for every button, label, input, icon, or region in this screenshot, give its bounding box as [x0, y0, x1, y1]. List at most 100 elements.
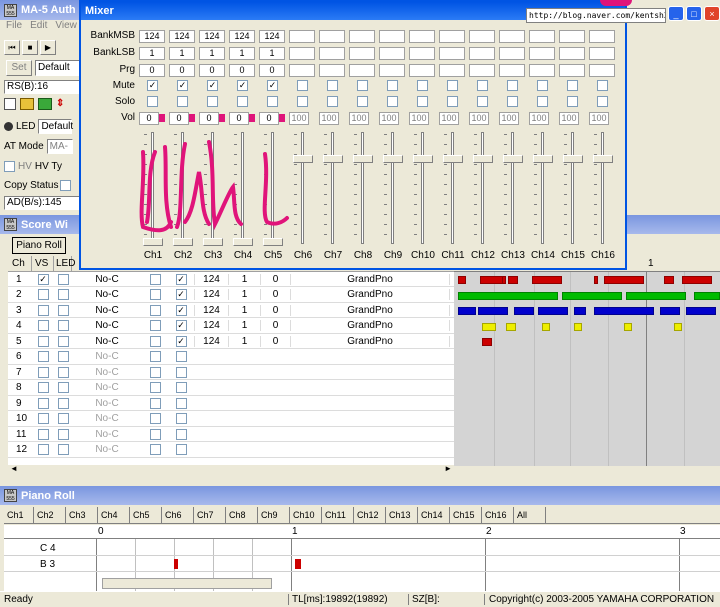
- row-checkbox-b[interactable]: ✓: [175, 335, 187, 347]
- solo-checkbox[interactable]: [327, 96, 338, 107]
- bankmsb-field[interactable]: [499, 30, 525, 43]
- mute-checkbox[interactable]: [567, 80, 578, 91]
- row-msb[interactable]: 124: [194, 320, 228, 331]
- menu-view[interactable]: View: [55, 20, 77, 34]
- solo-checkbox[interactable]: [477, 96, 488, 107]
- tab-ch4[interactable]: Ch4: [98, 507, 130, 523]
- pr-note[interactable]: [174, 559, 178, 569]
- led-checkbox[interactable]: [57, 428, 69, 440]
- row-note[interactable]: No-C: [72, 444, 142, 455]
- prg-field[interactable]: [379, 64, 405, 77]
- mute-checkbox[interactable]: ✓: [237, 80, 248, 91]
- vol-slider-thumb[interactable]: [533, 154, 553, 163]
- solo-checkbox[interactable]: [357, 96, 368, 107]
- table-row[interactable]: 3 No-C ✓ 124 1 0 GrandPno: [8, 303, 454, 318]
- led-checkbox[interactable]: [57, 289, 69, 300]
- mute-checkbox[interactable]: [597, 80, 608, 91]
- track-note[interactable]: [458, 307, 476, 315]
- row-note[interactable]: No-C: [72, 336, 142, 347]
- row-note[interactable]: No-C: [72, 274, 142, 285]
- row-checkbox-a[interactable]: [149, 304, 161, 316]
- banklsb-field[interactable]: 1: [169, 47, 195, 60]
- play-button[interactable]: ▶: [40, 40, 56, 55]
- bankmsb-field[interactable]: 124: [259, 30, 285, 43]
- vs-checkbox[interactable]: ✓: [37, 273, 49, 285]
- row-note[interactable]: No-C: [72, 429, 142, 440]
- track-note[interactable]: [664, 276, 674, 284]
- tab-ch8[interactable]: Ch8: [226, 507, 258, 523]
- row-voice[interactable]: GrandPno: [290, 335, 450, 347]
- table-row[interactable]: 2 No-C ✓ 124 1 0 GrandPno: [8, 288, 454, 303]
- tab-ch11[interactable]: Ch11: [322, 507, 354, 523]
- track-note[interactable]: [626, 291, 686, 300]
- banklsb-field[interactable]: [469, 47, 495, 60]
- row-note[interactable]: No-C: [72, 382, 142, 393]
- row-checkbox-a[interactable]: [149, 382, 161, 393]
- led-checkbox[interactable]: [57, 366, 69, 378]
- table-row[interactable]: 8 No-C: [8, 381, 454, 396]
- track-note[interactable]: [480, 276, 504, 284]
- row-lsb[interactable]: 1: [228, 273, 260, 285]
- mute-checkbox[interactable]: [327, 80, 338, 91]
- prg-field[interactable]: 0: [169, 64, 195, 77]
- banklsb-field[interactable]: [439, 47, 465, 60]
- banklsb-field[interactable]: [589, 47, 615, 60]
- tab-ch10[interactable]: Ch10: [290, 507, 322, 523]
- bankmsb-field[interactable]: 124: [199, 30, 225, 43]
- solo-checkbox[interactable]: [507, 96, 518, 107]
- led-checkbox[interactable]: [57, 320, 69, 331]
- track-note[interactable]: [686, 307, 716, 315]
- bankmsb-field[interactable]: [379, 30, 405, 43]
- mute-checkbox[interactable]: [477, 80, 488, 91]
- prg-field[interactable]: [409, 64, 435, 77]
- track-note[interactable]: [574, 322, 582, 331]
- prg-field[interactable]: [349, 64, 375, 77]
- mute-checkbox[interactable]: ✓: [207, 80, 218, 91]
- led-checkbox[interactable]: [57, 273, 69, 285]
- banklsb-field[interactable]: 1: [199, 47, 225, 60]
- bankmsb-field[interactable]: [439, 30, 465, 43]
- vol-slider-thumb[interactable]: [503, 154, 523, 163]
- bankmsb-field[interactable]: [409, 30, 435, 43]
- solo-checkbox[interactable]: [567, 96, 578, 107]
- led-checkbox[interactable]: [57, 335, 69, 347]
- track-note[interactable]: [562, 291, 622, 300]
- prg-field[interactable]: [589, 64, 615, 77]
- track-note[interactable]: [574, 307, 586, 315]
- tab-ch16[interactable]: Ch16: [482, 507, 514, 523]
- row-checkbox-b[interactable]: [175, 444, 187, 455]
- row-note[interactable]: No-C: [72, 367, 142, 378]
- prg-field[interactable]: [289, 64, 315, 77]
- table-row[interactable]: 7 No-C: [8, 365, 454, 380]
- track-note[interactable]: [538, 307, 568, 315]
- row-checkbox-a[interactable]: [149, 320, 161, 331]
- prg-field[interactable]: [319, 64, 345, 77]
- row-lsb[interactable]: 1: [228, 304, 260, 316]
- vs-checkbox[interactable]: [37, 289, 49, 300]
- row-prg[interactable]: 0: [260, 289, 290, 300]
- led-checkbox[interactable]: [57, 351, 69, 362]
- led-checkbox[interactable]: [57, 413, 69, 424]
- mute-checkbox[interactable]: [417, 80, 428, 91]
- row-checkbox-a[interactable]: [149, 413, 161, 424]
- vs-checkbox[interactable]: [37, 413, 49, 424]
- vol-slider-thumb[interactable]: [563, 154, 583, 163]
- banklsb-field[interactable]: [289, 47, 315, 60]
- solo-checkbox[interactable]: [417, 96, 428, 107]
- tab-ch7[interactable]: Ch7: [194, 507, 226, 523]
- mute-checkbox[interactable]: ✓: [177, 80, 188, 91]
- track-note[interactable]: [478, 307, 508, 315]
- pr-note[interactable]: [295, 559, 301, 569]
- bankmsb-field[interactable]: [289, 30, 315, 43]
- preset-select[interactable]: Default: [35, 60, 80, 76]
- banklsb-field[interactable]: 1: [229, 47, 255, 60]
- vs-checkbox[interactable]: [37, 428, 49, 440]
- table-row[interactable]: 10 No-C: [8, 412, 454, 427]
- solo-checkbox[interactable]: [387, 96, 398, 107]
- tab-ch6[interactable]: Ch6: [162, 507, 194, 523]
- row-voice[interactable]: GrandPno: [290, 320, 450, 331]
- hv-checkbox[interactable]: [4, 160, 15, 172]
- prg-field[interactable]: 0: [259, 64, 285, 77]
- row-checkbox-a[interactable]: [149, 366, 161, 378]
- vol-slider-thumb[interactable]: [413, 154, 433, 163]
